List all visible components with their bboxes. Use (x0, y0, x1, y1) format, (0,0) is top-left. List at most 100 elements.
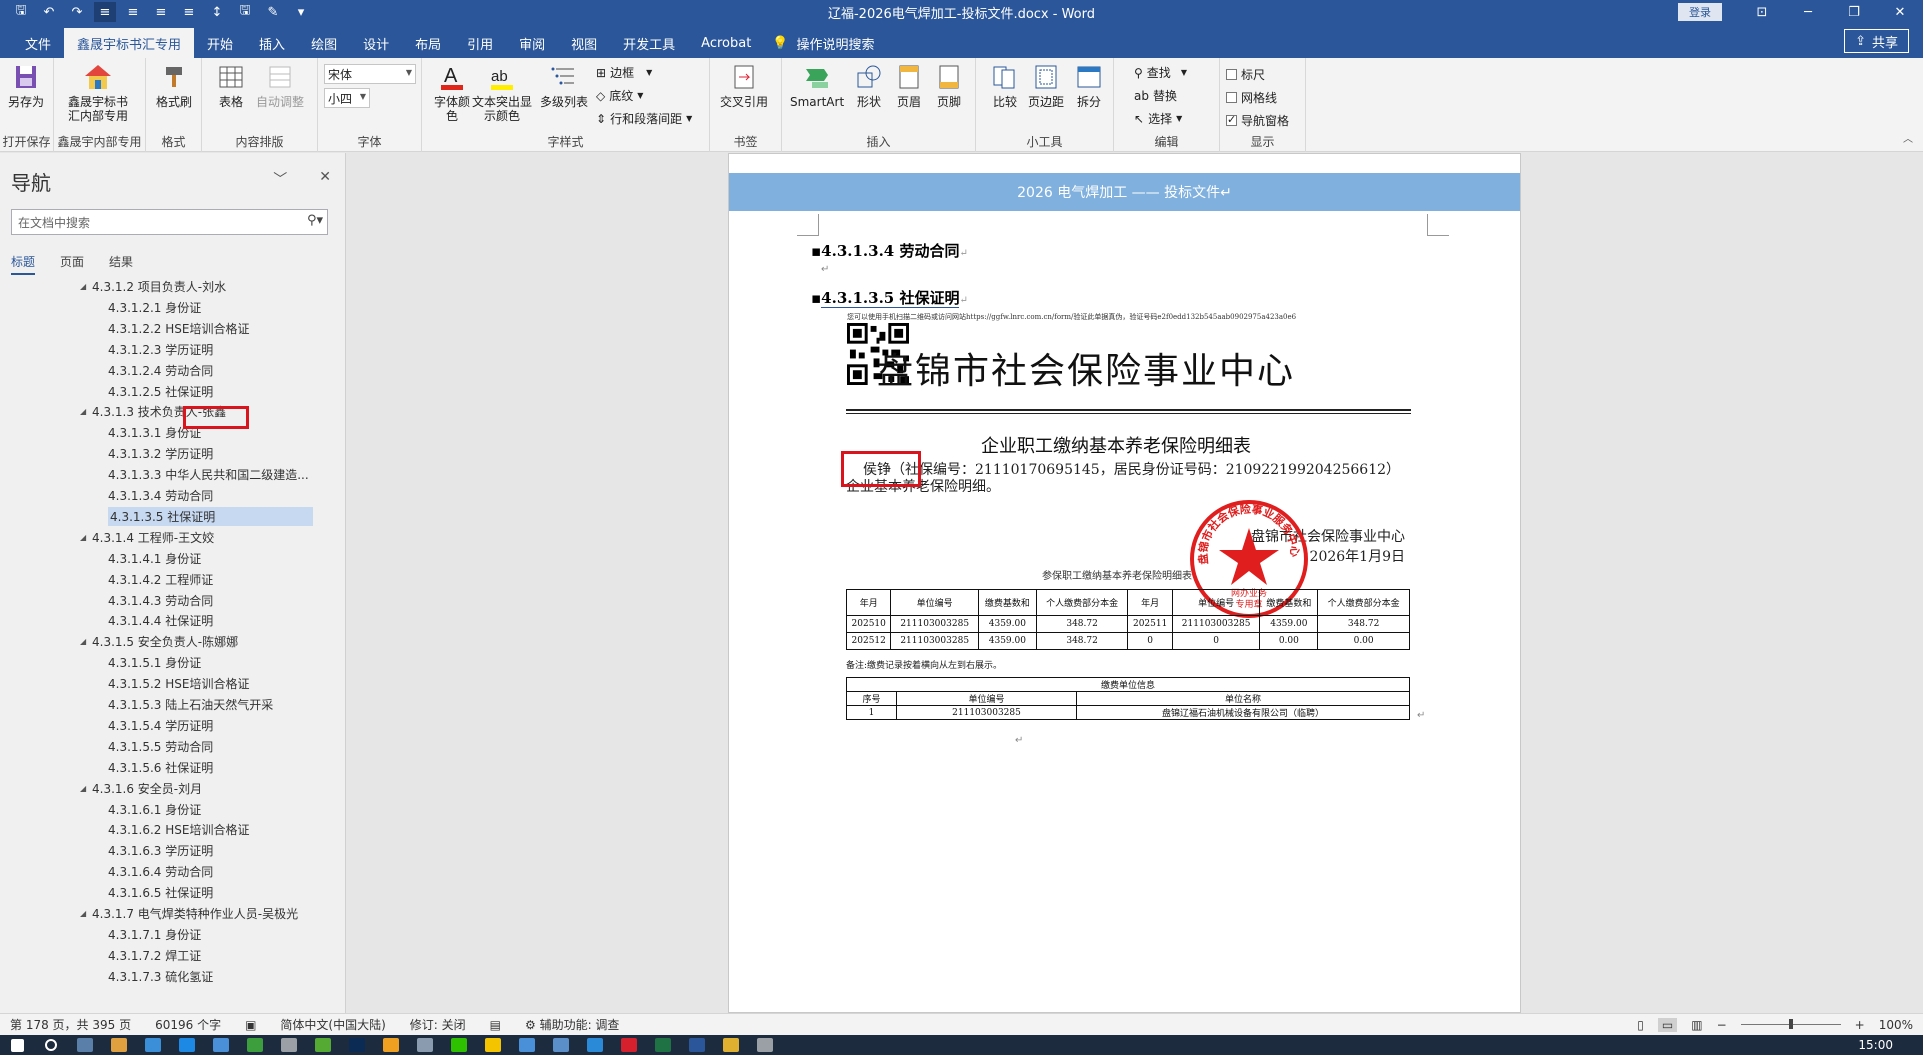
format-painter-icon[interactable]: ✎ (262, 2, 284, 22)
nav-tab-2[interactable]: 结果 (109, 253, 133, 275)
read-mode-icon[interactable]: ▯ (1637, 1018, 1644, 1032)
zoom-thumb[interactable] (1788, 1019, 1793, 1029)
replace-button[interactable]: ab 替换 (1134, 87, 1177, 104)
highlight-button[interactable]: ab 文本突出显 示颜色 (472, 62, 532, 123)
font-color-button[interactable]: A 字体颜 色 (434, 62, 470, 123)
nav-subheading[interactable]: 4.3.1.5.1 身份证 (108, 653, 201, 672)
ruler-checkbox[interactable]: 标尺 (1226, 66, 1265, 83)
nav-subheading[interactable]: 4.3.1.3.3 中华人民共和国二级建造... (108, 465, 309, 484)
search-icon[interactable] (34, 1035, 68, 1055)
paint-icon[interactable] (102, 1035, 136, 1055)
tab-10[interactable]: 开发工具 (610, 28, 688, 58)
acrobat-icon[interactable] (612, 1035, 646, 1055)
chevron-down-icon[interactable]: ﹀ (273, 169, 287, 189)
nav-subheading[interactable]: 4.3.1.5.6 社保证明 (108, 758, 213, 777)
collapse-triangle-icon[interactable]: ◢ (80, 909, 92, 918)
font-name-select[interactable]: 宋体 ▼ (324, 64, 416, 84)
nav-subheading[interactable]: 4.3.1.3.4 劳动合同 (108, 486, 213, 505)
table-button[interactable]: 表格 (216, 62, 246, 109)
collapse-triangle-icon[interactable]: ◢ (80, 637, 92, 646)
tab-3[interactable]: 插入 (246, 28, 298, 58)
close-icon[interactable]: ✕ (319, 169, 331, 189)
nav-subheading[interactable]: 4.3.1.2.3 学历证明 (108, 340, 213, 359)
proofing-icon[interactable]: ▣ (235, 1018, 270, 1032)
sougou-icon[interactable] (306, 1035, 340, 1055)
nav-subheading[interactable]: 4.3.1.3.2 学历证明 (108, 444, 213, 463)
folder-icon[interactable] (714, 1035, 748, 1055)
clock[interactable]: 15:00 (1858, 1038, 1893, 1052)
save-as-button[interactable]: 另存为 (8, 62, 44, 109)
tab-6[interactable]: 布局 (402, 28, 454, 58)
tab-8[interactable]: 审阅 (506, 28, 558, 58)
language[interactable]: 简体中文(中国大陆) (270, 1016, 399, 1033)
heading-labor-contract[interactable]: ▪4.3.1.3.4 劳动合同↵ (811, 240, 968, 261)
nav-subheading[interactable]: 4.3.1.4.1 身份证 (108, 549, 201, 568)
browser2-icon[interactable] (510, 1035, 544, 1055)
nav-heading[interactable]: ◢ 4.3.1.2 项目负责人-刘水 (80, 277, 226, 296)
nav-search-input[interactable]: 在文档中搜索 ⚲▾ (11, 209, 328, 235)
browser-icon[interactable] (204, 1035, 238, 1055)
border-button[interactable]: ⊞ 边框 ▼ (596, 64, 652, 81)
font-size-select[interactable]: 小四 ▼ (324, 88, 370, 108)
zoom-level[interactable]: 100% (1879, 1018, 1913, 1032)
spacing-button[interactable]: ⇕ 行和段落间距 ▼ (596, 110, 692, 127)
nav-subheading[interactable]: 4.3.1.5.5 劳动合同 (108, 737, 213, 756)
word-count[interactable]: 60196 个字 (145, 1016, 235, 1033)
collapse-triangle-icon[interactable]: ◢ (80, 784, 92, 793)
login-button[interactable]: 登录 (1678, 3, 1722, 21)
tab-1[interactable]: 鑫晟宇标书汇专用 (64, 28, 195, 58)
nav-subheading[interactable]: 4.3.1.2.2 HSE培训合格证 (108, 319, 249, 338)
accessibility[interactable]: ⚙ 辅助功能: 调查 (515, 1016, 633, 1033)
nav-subheading[interactable]: 4.3.1.7.1 身份证 (108, 925, 201, 944)
nav-subheading[interactable]: 4.3.1.6.1 身份证 (108, 800, 201, 819)
zoom-slider[interactable] (1740, 1019, 1841, 1029)
tab-9[interactable]: 视图 (558, 28, 610, 58)
align-left-icon[interactable]: ≡ (94, 2, 116, 22)
nav-subheading[interactable]: 4.3.1.6.4 劳动合同 (108, 862, 213, 881)
start-icon[interactable] (0, 1035, 34, 1055)
snipping-icon[interactable] (748, 1035, 782, 1055)
track-changes[interactable]: 修订: 关闭 (400, 1016, 480, 1033)
nav-subheading[interactable]: 4.3.1.6.5 社保证明 (108, 883, 213, 902)
header-button[interactable]: 页眉 (894, 62, 924, 109)
nav-tab-0[interactable]: 标题 (11, 253, 36, 275)
network-icon[interactable] (544, 1035, 578, 1055)
align-right-icon[interactable]: ≡ (150, 2, 172, 22)
smartart-button[interactable]: SmartArt (790, 62, 844, 109)
collapse-triangle-icon[interactable]: ◢ (80, 533, 92, 542)
wechat-work-icon[interactable] (238, 1035, 272, 1055)
web-layout-icon[interactable]: ▥ (1691, 1018, 1702, 1032)
wechat-icon[interactable] (442, 1035, 476, 1055)
ribbon-display-icon[interactable]: ⊡ (1739, 0, 1785, 24)
nav-subheading[interactable]: 4.3.1.2.4 劳动合同 (108, 361, 213, 380)
close-icon[interactable]: ✕ (1877, 0, 1923, 24)
undo-icon[interactable]: ↶ (38, 2, 60, 22)
tab-0[interactable]: 文件 (12, 28, 64, 58)
nav-subheading[interactable]: 4.3.1.2.1 身份证 (108, 298, 201, 317)
word-icon[interactable] (680, 1035, 714, 1055)
collapse-triangle-icon[interactable]: ◢ (80, 407, 92, 416)
footer-button[interactable]: 页脚 (934, 62, 964, 109)
excel-icon[interactable] (646, 1035, 680, 1055)
search-icon[interactable]: ⚲▾ (307, 213, 323, 228)
edge-icon[interactable] (578, 1035, 612, 1055)
tab-2[interactable]: 开始 (194, 28, 246, 58)
split-button[interactable]: 拆分 (1074, 62, 1104, 109)
gear-icon[interactable] (408, 1035, 442, 1055)
shading-button[interactable]: ◇ 底纹 ▼ (596, 87, 643, 104)
shape-button[interactable]: 形状 (854, 62, 884, 109)
multilevel-list-button[interactable]: 多级列表 (540, 62, 588, 109)
calculator-icon[interactable] (68, 1035, 102, 1055)
page-count[interactable]: 第 178 页，共 395 页 (0, 1016, 145, 1033)
minimize-icon[interactable]: ─ (1785, 0, 1831, 24)
nav-subheading[interactable]: 4.3.1.3.5 社保证明 (108, 506, 313, 526)
align-center-icon[interactable]: ≡ (122, 2, 144, 22)
redo-icon[interactable]: ↷ (66, 2, 88, 22)
nav-heading[interactable]: ◢ 4.3.1.7 电气焊类特种作业人员-吴极光 (80, 904, 298, 923)
nav-subheading[interactable]: 4.3.1.5.2 HSE培训合格证 (108, 674, 249, 693)
nav-subheading[interactable]: 4.3.1.4.4 社保证明 (108, 611, 213, 630)
nav-subheading[interactable]: 4.3.1.7.3 硫化氢证 (108, 967, 213, 986)
compare-button[interactable]: 比较 (990, 62, 1020, 109)
nav-heading[interactable]: ◢ 4.3.1.5 安全负责人-陈娜娜 (80, 632, 238, 651)
save-icon[interactable]: 🖫 (10, 2, 32, 22)
